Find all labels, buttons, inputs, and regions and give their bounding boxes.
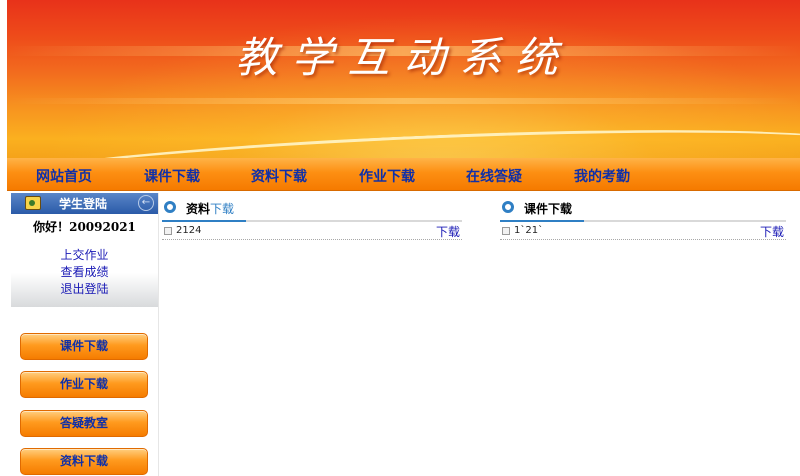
materials-download-button[interactable]: 资料下载 <box>20 448 148 475</box>
materials-panel-header: 资料下载 <box>162 198 462 222</box>
site-banner: 教学互动系统 <box>7 0 800 158</box>
file-name: 1`21` <box>514 225 544 236</box>
nav-homework[interactable]: 作业下载 <box>359 166 415 186</box>
view-grades-link[interactable]: 查看成绩 <box>11 263 158 280</box>
download-link[interactable]: 下载 <box>760 223 784 240</box>
nav-qa[interactable]: 在线答疑 <box>466 166 522 186</box>
courseware-download-button[interactable]: 课件下载 <box>20 333 148 360</box>
panel-underline <box>500 220 786 222</box>
banner-title: 教学互动系统 <box>235 33 572 82</box>
file-name: 2124 <box>176 225 202 236</box>
left-sidebar: 学生登陆 ← 你好！20092021 上交作业 查看成绩 退出登陆 课件下载 作… <box>11 193 158 476</box>
collapse-arrow-icon[interactable]: ← <box>138 195 154 211</box>
panel-underline <box>162 220 462 222</box>
nav-home[interactable]: 网站首页 <box>36 166 92 186</box>
banner-streak <box>7 98 800 104</box>
download-link[interactable]: 下载 <box>436 223 460 240</box>
file-bullet-icon <box>164 227 172 235</box>
list-item: 1`21` 下载 <box>500 224 786 240</box>
courseware-panel: 课件下载 1`21` 下载 <box>500 198 786 248</box>
materials-panel: 资料下载 2124 下载 <box>162 198 462 248</box>
qa-classroom-button[interactable]: 答疑教室 <box>20 410 148 437</box>
login-panel: 学生登陆 ← 你好！20092021 上交作业 查看成绩 退出登陆 <box>11 193 158 307</box>
nav-attendance[interactable]: 我的考勤 <box>574 166 630 186</box>
homework-download-button[interactable]: 作业下载 <box>20 371 148 398</box>
login-title: 学生登陆 <box>59 197 108 211</box>
user-card-icon <box>25 196 41 210</box>
logout-link[interactable]: 退出登陆 <box>11 280 158 297</box>
nav-materials[interactable]: 资料下载 <box>251 166 307 186</box>
materials-panel-title: 资料下载 <box>186 202 235 216</box>
courseware-panel-title: 课件下载 <box>524 202 573 216</box>
list-item: 2124 下载 <box>162 224 462 240</box>
courseware-panel-header: 课件下载 <box>500 198 786 222</box>
login-header: 学生登陆 ← <box>11 193 158 214</box>
file-bullet-icon <box>502 227 510 235</box>
submit-homework-link[interactable]: 上交作业 <box>11 246 158 263</box>
sidebar-divider <box>158 193 159 476</box>
user-greeting: 你好！20092021 <box>33 220 136 234</box>
ring-bullet-icon <box>502 201 514 213</box>
nav-courseware[interactable]: 课件下载 <box>144 166 200 186</box>
ring-bullet-icon <box>164 201 176 213</box>
main-nav: 网站首页 课件下载 资料下载 作业下载 在线答疑 我的考勤 <box>7 158 800 191</box>
